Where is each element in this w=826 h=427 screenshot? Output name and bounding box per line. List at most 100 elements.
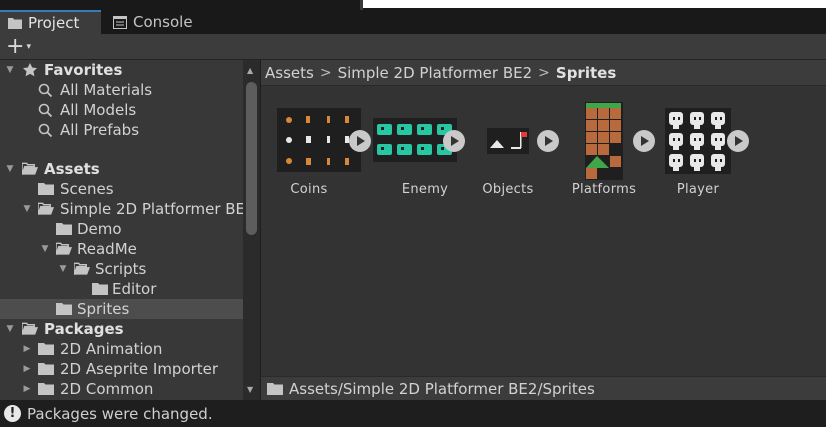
scroll-up-icon[interactable]: ▲	[247, 66, 253, 75]
folder-icon	[56, 303, 72, 315]
tree-item-sprites[interactable]: Sprites	[0, 299, 243, 319]
chevron-down-icon: ▾	[26, 42, 31, 52]
asset-path-bar: Assets/Simple 2D Platformer BE2/Sprites	[261, 376, 826, 400]
asset-tile-enemy[interactable]: Enemy	[357, 100, 465, 200]
tree-favorites[interactable]: ▼ Favorites	[0, 60, 243, 80]
player-spritesheet-icon	[665, 108, 731, 174]
star-icon	[23, 63, 37, 77]
expand-sprites-icon[interactable]	[727, 130, 749, 152]
expand-arrow-icon[interactable]: ▼	[5, 324, 15, 334]
asset-tile-coins[interactable]: Coins	[261, 100, 371, 200]
collapse-arrow-icon[interactable]: ▶	[22, 384, 32, 394]
tree-label: Simple 2D Platformer BE2	[60, 200, 243, 218]
search-icon	[38, 123, 53, 137]
expand-arrow-icon[interactable]: ▼	[40, 244, 50, 254]
tab-project-label: Project	[28, 14, 80, 32]
tree-assets[interactable]: ▼ Assets	[0, 159, 243, 179]
asset-tile-platforms[interactable]: Platforms	[549, 100, 655, 200]
scroll-down-icon[interactable]: ▼	[247, 385, 253, 394]
tree-label: 2D Aseprite Importer	[60, 360, 219, 378]
folder-icon	[38, 363, 54, 375]
objects-spritesheet-icon	[487, 128, 529, 154]
tree-label: Packages	[44, 320, 124, 338]
folder-icon	[56, 223, 72, 235]
expand-arrow-icon[interactable]: ▼	[22, 204, 32, 214]
asset-grid: Coins Enemy Objects Platforms Player	[261, 86, 826, 376]
status-bar[interactable]: ! Packages were changed.	[0, 400, 826, 427]
tree-scrollbar[interactable]: ▲ ▼	[243, 60, 260, 400]
folder-open-icon	[22, 162, 38, 175]
folder-icon	[267, 382, 283, 395]
tree-label: All Models	[60, 101, 137, 119]
tree-label: 2D Common	[60, 380, 154, 398]
folder-icon	[38, 343, 54, 355]
asset-tile-player[interactable]: Player	[645, 100, 749, 200]
tree-label: Editor	[112, 280, 157, 298]
folder-open-icon	[38, 202, 54, 215]
breadcrumb: Assets > Simple 2D Platformer BE2 > Spri…	[261, 60, 826, 86]
expand-arrow-icon[interactable]: ▼	[5, 65, 15, 75]
folder-open-icon	[74, 262, 90, 275]
tree-label: 2D Animation	[60, 340, 163, 358]
tree-label: All Materials	[60, 81, 153, 99]
search-icon	[38, 83, 53, 97]
tab-project[interactable]: Project	[0, 10, 101, 34]
tree-item-2d-aseprite[interactable]: ▶ 2D Aseprite Importer	[0, 359, 243, 379]
tree-label: Favorites	[44, 61, 123, 79]
tree-item-editor[interactable]: Editor	[0, 279, 243, 299]
project-toolbar: + ▾	[0, 34, 826, 60]
platforms-spritesheet-icon	[585, 102, 623, 180]
tree-item-demo[interactable]: Demo	[0, 219, 243, 239]
expand-arrow-icon[interactable]: ▼	[5, 164, 15, 174]
asset-path-label: Assets/Simple 2D Platformer BE2/Sprites	[289, 379, 595, 398]
asset-name: Coins	[290, 182, 328, 197]
project-tree: ▼ Favorites All Materials All Models All…	[0, 60, 243, 400]
status-message: Packages were changed.	[27, 404, 213, 423]
tree-item-2d-common[interactable]: ▶ 2D Common	[0, 379, 243, 399]
asset-tile-objects[interactable]: Objects	[453, 100, 559, 200]
breadcrumb-sprites[interactable]: Sprites	[556, 64, 616, 82]
scene-view-edge	[363, 0, 826, 8]
collapse-arrow-icon[interactable]: ▶	[22, 344, 32, 354]
tree-label: Sprites	[77, 300, 130, 318]
breadcrumb-simple2d[interactable]: Simple 2D Platformer BE2	[338, 64, 533, 82]
tab-console[interactable]: Console	[105, 10, 203, 34]
scrollbar-thumb[interactable]	[246, 82, 257, 235]
tree-packages[interactable]: ▼ Packages	[0, 319, 243, 339]
tree-label: Scenes	[60, 180, 114, 198]
asset-name: Platforms	[571, 182, 637, 197]
tree-label: Demo	[77, 220, 122, 238]
tree-label: All Prefabs	[60, 121, 140, 139]
tab-console-label: Console	[133, 13, 193, 31]
tree-item-scripts[interactable]: ▼ Scripts	[0, 259, 243, 279]
tree-label: Scripts	[95, 260, 147, 278]
folder-icon	[38, 383, 54, 395]
top-strip	[0, 0, 826, 10]
tree-item-scenes[interactable]: Scenes	[0, 179, 243, 199]
tree-item-all-prefabs[interactable]: All Prefabs	[0, 120, 243, 140]
breadcrumb-separator: >	[538, 64, 550, 81]
tree-label: Assets	[44, 160, 100, 178]
collapse-arrow-icon[interactable]: ▶	[22, 364, 32, 374]
console-icon	[113, 15, 127, 29]
breadcrumb-separator: >	[319, 64, 332, 81]
folder-icon	[38, 183, 54, 195]
tree-item-all-models[interactable]: All Models	[0, 100, 243, 120]
asset-name: Player	[676, 182, 720, 197]
asset-name: Objects	[482, 182, 534, 197]
breadcrumb-assets[interactable]: Assets	[265, 64, 314, 82]
tree-item-all-materials[interactable]: All Materials	[0, 80, 243, 100]
tree-item-readme[interactable]: ▼ ReadMe	[0, 239, 243, 259]
folder-open-icon	[56, 242, 72, 255]
tree-label: ReadMe	[77, 240, 137, 258]
tab-bar: Project Console	[0, 10, 826, 34]
warning-icon: !	[4, 405, 21, 422]
create-button[interactable]: + ▾	[6, 34, 40, 59]
tree-item-2d-animation[interactable]: ▶ 2D Animation	[0, 339, 243, 359]
expand-arrow-icon[interactable]: ▼	[58, 264, 68, 274]
folder-open-icon	[22, 322, 38, 335]
search-icon	[38, 103, 53, 117]
folder-icon	[8, 18, 22, 29]
tree-item-simple2d[interactable]: ▼ Simple 2D Platformer BE2	[0, 199, 243, 219]
plus-icon: +	[6, 34, 25, 59]
